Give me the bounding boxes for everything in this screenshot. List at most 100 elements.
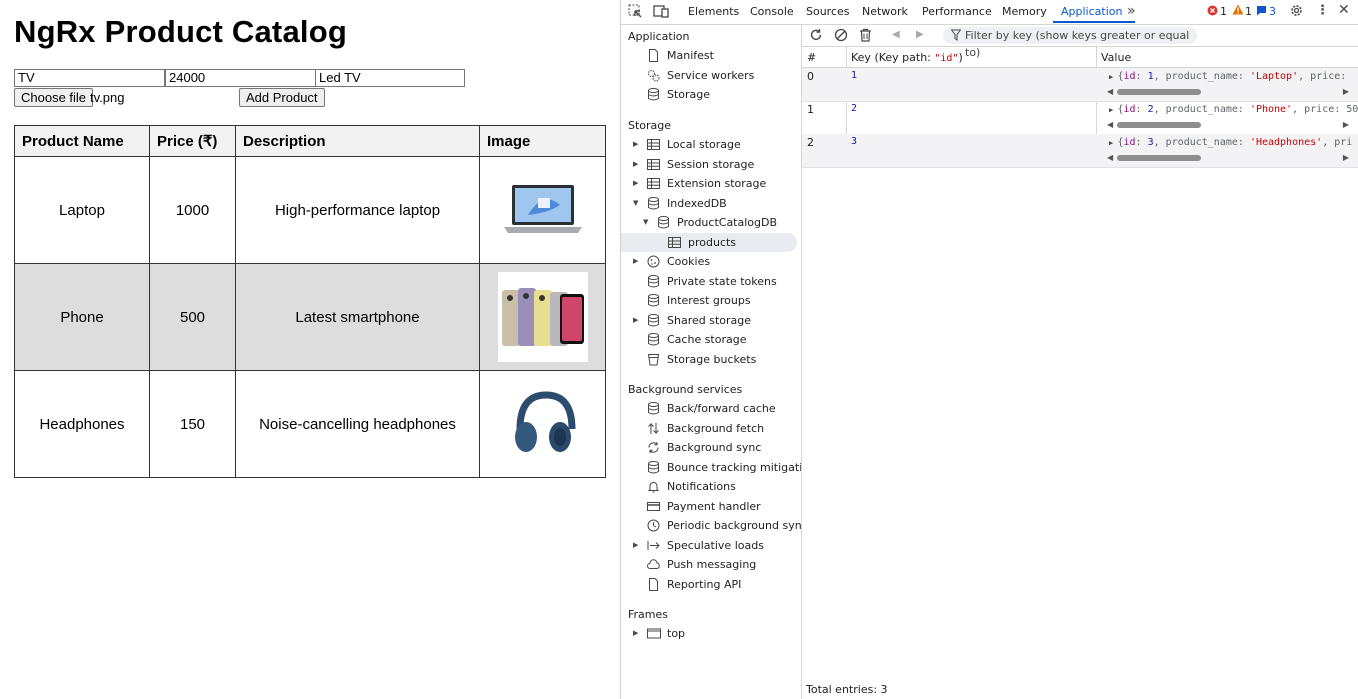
cell-description: Latest smartphone — [235, 263, 480, 371]
tab-application[interactable]: Application — [1061, 5, 1122, 18]
sidebar-item-payment-handler[interactable]: Payment handler — [621, 497, 799, 516]
sidebar-item-indexeddb[interactable]: ▼ IndexedDB — [621, 194, 799, 213]
error-icon[interactable] — [1207, 5, 1218, 19]
indexeddb-view: ◀ ▶ Filter by key (show keys greater or … — [802, 25, 1358, 699]
tab-elements[interactable]: Elements — [688, 5, 739, 18]
sidebar-item-periodic-background-sync[interactable]: Periodic background sync — [621, 516, 801, 535]
headphones-image — [498, 379, 588, 469]
message-icon[interactable] — [1256, 5, 1267, 19]
devtools-tabbar: Elements Console Sources Network Perform… — [621, 0, 1358, 25]
expand-arrow-icon[interactable]: ▶ — [633, 624, 638, 643]
cell-description: High-performance laptop — [235, 156, 480, 264]
warning-count: 1 — [1245, 5, 1252, 18]
key-filter-input[interactable]: Filter by key (show keys greater or equa… — [943, 27, 1197, 59]
tab-memory[interactable]: Memory — [1002, 5, 1047, 18]
sidebar-item-manifest[interactable]: Manifest — [621, 46, 799, 65]
table-row[interactable]: 1 2 ▶ {id: 2, product_name: 'Phone', pri… — [802, 101, 1358, 135]
sidebar-item-push-messaging[interactable]: Push messaging — [621, 555, 799, 574]
sidebar-item-local-storage[interactable]: ▶ Local storage — [621, 135, 799, 154]
sidebar-item-speculative-loads[interactable]: ▶ Speculative loads — [621, 536, 799, 555]
database-icon — [647, 402, 660, 415]
col-key-header: Key (Key path: "id") — [851, 51, 963, 64]
more-options-icon[interactable]: ⋮ — [1316, 3, 1329, 18]
tab-sources[interactable]: Sources — [806, 5, 850, 18]
horizontal-scrollbar[interactable]: ◀ ▶ — [1107, 153, 1349, 162]
sidebar-item-reporting-api[interactable]: Reporting API — [621, 575, 799, 594]
active-tab-indicator — [1053, 21, 1135, 23]
sidebar-item-session-storage[interactable]: ▶ Session storage — [621, 155, 799, 174]
choose-file-button[interactable]: Choose file — [14, 88, 94, 107]
gears-icon — [647, 69, 660, 82]
cell-price: 150 — [149, 370, 236, 478]
tab-console[interactable]: Console — [750, 5, 794, 18]
object-preview[interactable]: ▶ {id: 2, product_name: 'Phone', price: … — [1109, 104, 1358, 115]
cloud-icon — [647, 558, 660, 571]
more-tabs-icon[interactable]: » — [1127, 3, 1136, 19]
settings-gear-icon[interactable] — [1289, 3, 1304, 21]
close-devtools-icon[interactable]: ✕ — [1338, 2, 1350, 18]
sidebar-item-background-fetch[interactable]: Background fetch — [621, 419, 799, 438]
device-toolbar-icon[interactable] — [653, 4, 669, 22]
expand-arrow-icon[interactable]: ▶ — [633, 155, 638, 174]
cell-name: Headphones — [14, 370, 150, 478]
table-row[interactable]: 2 3 ▶ {id: 3, product_name: 'Headphones'… — [802, 134, 1358, 168]
section-storage: Storage — [628, 119, 672, 132]
sync-icon — [647, 441, 660, 454]
expand-arrow-icon[interactable]: ▶ — [633, 135, 638, 154]
cell-price: 1000 — [149, 156, 236, 264]
inspect-element-icon[interactable] — [628, 4, 643, 22]
expand-arrow-icon[interactable]: ▶ — [633, 311, 638, 330]
price-input[interactable]: 24000 — [165, 69, 316, 87]
bell-icon — [647, 480, 660, 493]
sidebar-item-products[interactable]: products — [621, 233, 797, 252]
horizontal-scrollbar[interactable]: ◀ ▶ — [1107, 87, 1349, 96]
cell-price: 500 — [149, 263, 236, 371]
sidebar-item-private-state-tokens[interactable]: Private state tokens — [621, 272, 799, 291]
sidebar-item-shared-storage[interactable]: ▶ Shared storage — [621, 311, 799, 330]
database-icon — [647, 314, 660, 327]
next-page-icon[interactable]: ▶ — [916, 29, 924, 40]
header-price: Price (₹) — [149, 125, 236, 157]
sidebar-item-notifications[interactable]: Notifications — [621, 477, 799, 496]
sidebar-item-back-forward-cache[interactable]: Back/forward cache — [621, 399, 799, 418]
sidebar-item-cookies[interactable]: ▶ Cookies — [621, 252, 799, 271]
database-icon — [657, 216, 670, 229]
table-row[interactable]: 0 1 ▶ {id: 1, product_name: 'Laptop', pr… — [802, 68, 1358, 102]
delete-icon[interactable] — [859, 28, 872, 45]
object-preview[interactable]: ▶ {id: 1, product_name: 'Laptop', price: — [1109, 71, 1358, 82]
horizontal-scrollbar[interactable]: ◀ ▶ — [1107, 120, 1349, 129]
database-icon — [647, 275, 660, 288]
sidebar-item-storage-buckets[interactable]: Storage buckets — [621, 350, 799, 369]
up-down-arrows-icon — [647, 422, 660, 435]
table-header-row: Product Name Price (₹) Description Image — [14, 125, 606, 157]
add-product-button[interactable]: Add Product — [239, 88, 325, 107]
expand-arrow-icon[interactable]: ▶ — [633, 536, 638, 555]
previous-page-icon[interactable]: ◀ — [892, 29, 900, 40]
clear-icon[interactable] — [834, 28, 848, 45]
sidebar-item-frame-top[interactable]: ▶ top — [621, 624, 799, 643]
cell-image — [479, 263, 606, 371]
product-catalog-app: NgRx Product Catalog TV 24000 Led TV Cho… — [0, 0, 620, 699]
object-preview[interactable]: ▶ {id: 3, product_name: 'Headphones', pr… — [1109, 137, 1358, 148]
product-name-input[interactable]: TV — [14, 69, 165, 87]
expand-arrow-icon[interactable]: ▶ — [633, 174, 638, 193]
sidebar-item-productcatalogdb[interactable]: ▼ ProductCatalogDB — [621, 213, 799, 232]
collapse-arrow-icon[interactable]: ▼ — [633, 194, 638, 213]
expand-arrow-icon[interactable]: ▶ — [633, 252, 638, 271]
laptop-image — [498, 165, 588, 255]
sidebar-item-service-workers[interactable]: Service workers — [621, 66, 799, 85]
description-input[interactable]: Led TV — [315, 69, 465, 87]
collapse-arrow-icon[interactable]: ▼ — [643, 213, 648, 232]
tab-network[interactable]: Network — [862, 5, 908, 18]
sidebar-item-extension-storage[interactable]: ▶ Extension storage — [621, 174, 799, 193]
sidebar-item-interest-groups[interactable]: Interest groups — [621, 291, 799, 310]
refresh-icon[interactable] — [809, 28, 823, 45]
sidebar-item-cache-storage[interactable]: Cache storage — [621, 330, 799, 349]
sidebar-item-storage[interactable]: Storage — [621, 85, 799, 104]
tab-performance[interactable]: Performance — [922, 5, 992, 18]
chosen-file-name: tv.png — [90, 90, 125, 105]
header-description: Description — [235, 125, 480, 157]
sidebar-item-background-sync[interactable]: Background sync — [621, 438, 799, 457]
sidebar-item-bounce-tracking[interactable]: Bounce tracking mitigati... — [621, 458, 801, 477]
warning-icon[interactable] — [1232, 4, 1244, 18]
